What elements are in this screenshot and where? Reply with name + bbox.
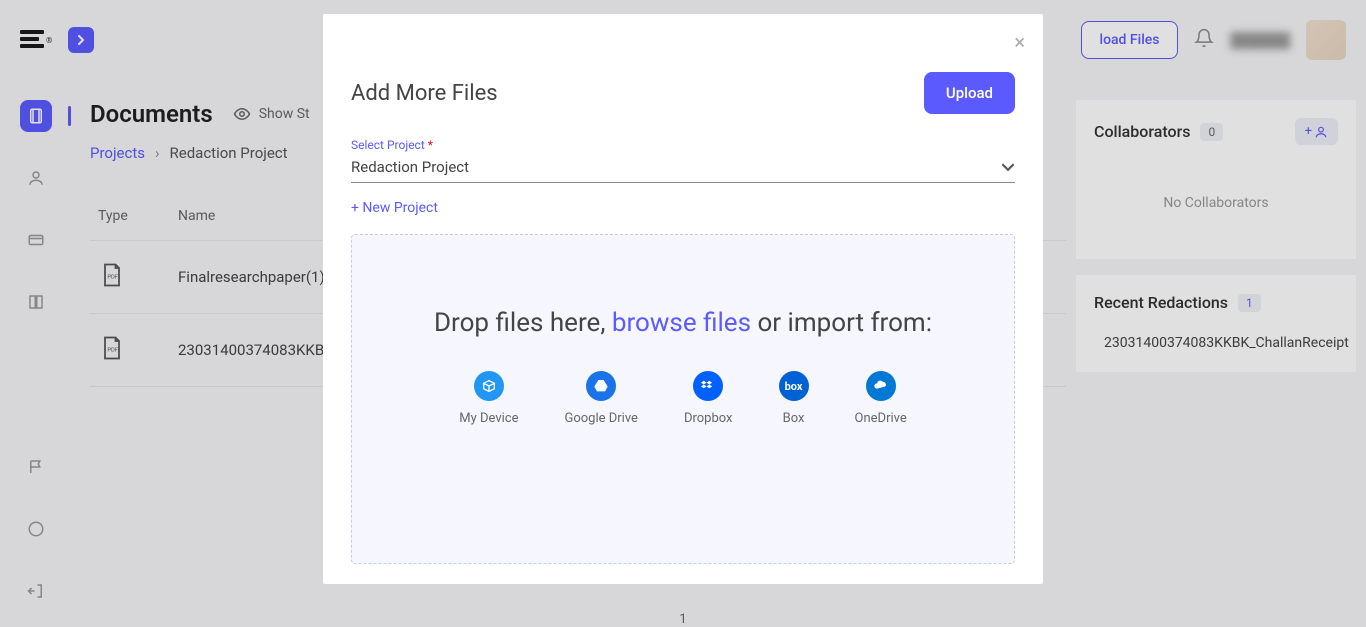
import-google-drive[interactable]: Google Drive xyxy=(564,371,637,426)
select-project-label: Select Project * xyxy=(351,138,1015,152)
dropzone-text: Drop files here, browse files or import … xyxy=(392,305,974,341)
import-label: My Device xyxy=(459,411,518,426)
import-box[interactable]: box Box xyxy=(779,371,809,426)
upload-button[interactable]: Upload xyxy=(924,72,1015,114)
import-dropbox[interactable]: Dropbox xyxy=(684,371,733,426)
browse-files-link[interactable]: browse files xyxy=(612,308,751,338)
import-label: Box xyxy=(783,411,805,426)
file-dropzone[interactable]: Drop files here, browse files or import … xyxy=(351,234,1015,564)
gdrive-icon xyxy=(586,371,616,401)
modal-overlay[interactable]: × Add More Files Upload Select Project *… xyxy=(0,0,1366,627)
onedrive-icon xyxy=(866,371,896,401)
project-select[interactable]: Redaction Project xyxy=(351,152,1015,183)
chevron-down-icon xyxy=(1001,160,1015,174)
project-select-value: Redaction Project xyxy=(351,158,469,176)
close-icon[interactable]: × xyxy=(1014,32,1025,52)
import-label: Dropbox xyxy=(684,411,733,426)
device-icon xyxy=(474,371,504,401)
modal-title: Add More Files xyxy=(351,81,498,106)
import-my-device[interactable]: My Device xyxy=(459,371,518,426)
import-label: Google Drive xyxy=(564,411,637,426)
import-label: OneDrive xyxy=(855,411,907,426)
import-onedrive[interactable]: OneDrive xyxy=(855,371,907,426)
new-project-link[interactable]: + New Project xyxy=(351,200,438,216)
add-files-modal: × Add More Files Upload Select Project *… xyxy=(323,14,1043,584)
box-icon: box xyxy=(779,371,809,401)
dropbox-icon xyxy=(693,371,723,401)
